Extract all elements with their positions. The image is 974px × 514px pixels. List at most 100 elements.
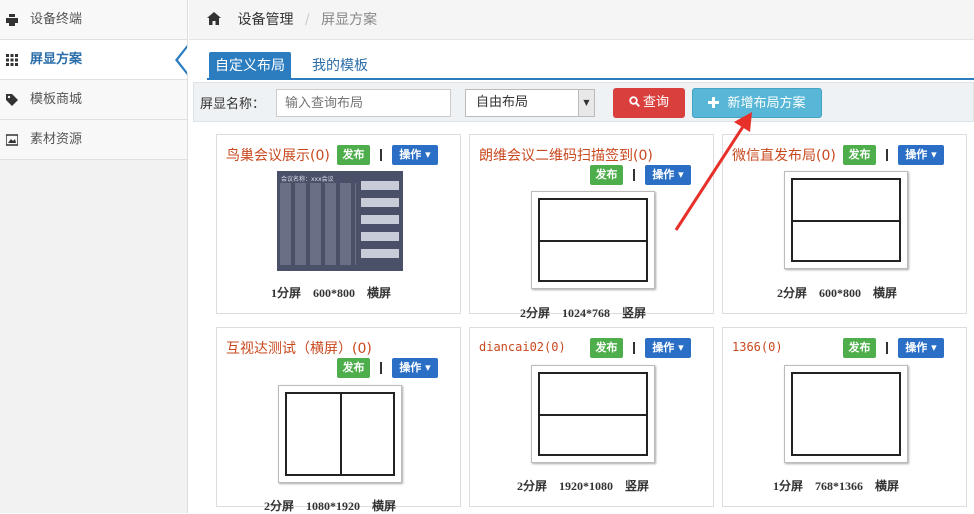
layout-preview	[278, 385, 402, 483]
resolution: 600*800	[313, 286, 356, 300]
split-line	[540, 240, 646, 242]
sidebar-item-assets[interactable]: 素材资源	[0, 120, 187, 160]
resolution: 1080*1920	[306, 499, 361, 513]
chevron-down-icon: ▼	[578, 90, 594, 116]
breadcrumb: 设备管理 / 屏显方案	[189, 0, 974, 40]
tab-bar: 自定义布局 我的模板	[207, 50, 974, 80]
layout-card[interactable]: 互视达测试（横屏）(0) 发布 操作 ▾ 2分屏 1080*1920 横屏	[216, 327, 461, 513]
card-title[interactable]: 鸟巢会议展示(0)	[226, 145, 330, 165]
orientation: 横屏	[372, 499, 397, 513]
layout-preview	[784, 171, 908, 269]
split-line	[340, 394, 342, 474]
divider	[380, 149, 382, 161]
operate-dropdown-button[interactable]: 操作 ▾	[898, 145, 944, 165]
screen-frame	[538, 198, 648, 282]
screen-frame	[285, 392, 395, 476]
operate-dropdown-button[interactable]: 操作 ▾	[898, 338, 944, 358]
layout-preview	[531, 191, 655, 289]
operate-label: 操作	[905, 148, 928, 161]
screens-count: 1分屏	[773, 479, 804, 493]
card-title[interactable]: 1366(0)	[732, 340, 783, 354]
publish-button[interactable]: 发布	[590, 165, 623, 185]
screen-name-label: 屏显名称：	[200, 97, 266, 112]
layout-preview-photo: 会议名称：xxx会议	[277, 171, 403, 271]
card-meta: 1分屏 768*1366 横屏	[773, 477, 911, 494]
operate-dropdown-button[interactable]: 操作 ▾	[392, 358, 438, 378]
layout-card[interactable]: 鸟巢会议展示(0) 发布 操作 ▾ 会议名称：xxx会议 1分屏 600*800 横…	[216, 134, 461, 314]
main-content: 设备管理 / 屏显方案 自定义布局 我的模板 屏显名称： 自由布局 ▼ 查询 新…	[189, 0, 974, 513]
split-line	[793, 220, 899, 222]
card-meta: 1分屏 600*800 横屏	[271, 284, 403, 301]
screens-count: 1分屏	[271, 286, 302, 300]
screens-count: 2分屏	[264, 499, 295, 513]
printer-icon	[6, 14, 18, 26]
operate-label: 操作	[652, 341, 675, 354]
divider	[633, 342, 635, 354]
card-title[interactable]: diancai02(0)	[479, 340, 566, 354]
divider	[886, 149, 888, 161]
divider	[380, 362, 382, 374]
annotation-arrow-icon	[674, 112, 752, 231]
sidebar: 设备终端 屏显方案 模板商城 素材资源	[0, 0, 188, 513]
sidebar-item-label: 模板商城	[30, 92, 83, 107]
sidebar-item-devices[interactable]: 设备终端	[0, 0, 187, 40]
search-toolbar: 屏显名称： 自由布局 ▼ 查询 新增布局方案	[193, 82, 974, 122]
orientation: 横屏	[873, 286, 898, 300]
publish-button[interactable]: 发布	[590, 338, 623, 358]
resolution: 768*1366	[815, 479, 864, 493]
card-meta: 2分屏 1920*1080 竖屏	[517, 477, 661, 494]
operate-label: 操作	[399, 361, 422, 374]
sidebar-item-label: 设备终端	[30, 12, 83, 27]
attendee-grid	[280, 183, 356, 265]
operate-label: 操作	[399, 148, 422, 161]
preview-meeting-title: 会议名称：xxx会议	[281, 176, 334, 183]
card-meta: 2分屏 1024*768 竖屏	[520, 304, 658, 321]
publish-button[interactable]: 发布	[843, 338, 876, 358]
divider	[886, 342, 888, 354]
search-input[interactable]	[276, 89, 451, 117]
layout-card[interactable]: diancai02(0) 发布 操作 ▾ 2分屏 1920*1080 竖屏	[469, 327, 714, 507]
orientation: 竖屏	[622, 306, 647, 320]
screen-frame	[791, 178, 901, 262]
tag-icon	[6, 94, 18, 106]
card-meta: 2分屏 1080*1920 横屏	[264, 497, 408, 514]
publish-button[interactable]: 发布	[843, 145, 876, 165]
breadcrumb-screen-plans: 屏显方案	[321, 12, 378, 28]
screens-count: 2分屏	[517, 479, 548, 493]
layout-preview	[784, 365, 908, 463]
orientation: 横屏	[367, 286, 392, 300]
operate-dropdown-button[interactable]: 操作 ▾	[392, 145, 438, 165]
operate-dropdown-button[interactable]: 操作 ▾	[645, 338, 691, 358]
card-meta: 2分屏 600*800 横屏	[777, 284, 909, 301]
operate-label: 操作	[905, 341, 928, 354]
sidebar-item-screen-plans[interactable]: 屏显方案	[0, 40, 188, 80]
breadcrumb-separator: /	[304, 12, 310, 28]
sidebar-item-template-store[interactable]: 模板商城	[0, 80, 187, 120]
message-list	[361, 181, 399, 265]
publish-button[interactable]: 发布	[337, 358, 370, 378]
tab-custom-layout[interactable]: 自定义布局	[209, 52, 291, 80]
tab-my-templates[interactable]: 我的模板	[306, 52, 374, 80]
screen-frame	[791, 372, 901, 456]
divider	[633, 169, 635, 181]
resolution: 1920*1080	[559, 479, 614, 493]
resolution: 1024*768	[562, 306, 611, 320]
resolution: 600*800	[819, 286, 862, 300]
layout-preview	[531, 365, 655, 463]
publish-button[interactable]: 发布	[337, 145, 370, 165]
orientation: 横屏	[875, 479, 900, 493]
layout-type-value: 自由布局	[476, 95, 529, 110]
home-icon[interactable]	[207, 12, 221, 25]
orientation: 竖屏	[625, 479, 650, 493]
card-title[interactable]: 朗维会议二维码扫描签到(0)	[479, 145, 653, 165]
sidebar-item-label: 屏显方案	[30, 52, 83, 67]
layout-card[interactable]: 1366(0) 发布 操作 ▾ 1分屏 768*1366 横屏	[722, 327, 967, 507]
sidebar-item-label: 素材资源	[30, 132, 83, 147]
split-line	[540, 414, 646, 416]
breadcrumb-device-management[interactable]: 设备管理	[237, 12, 293, 28]
image-icon	[6, 134, 18, 146]
card-title[interactable]: 互视达测试（横屏）(0)	[226, 338, 372, 358]
screens-count: 2分屏	[520, 306, 551, 320]
layout-type-select[interactable]: 自由布局 ▼	[465, 89, 595, 117]
screens-count: 2分屏	[777, 286, 808, 300]
